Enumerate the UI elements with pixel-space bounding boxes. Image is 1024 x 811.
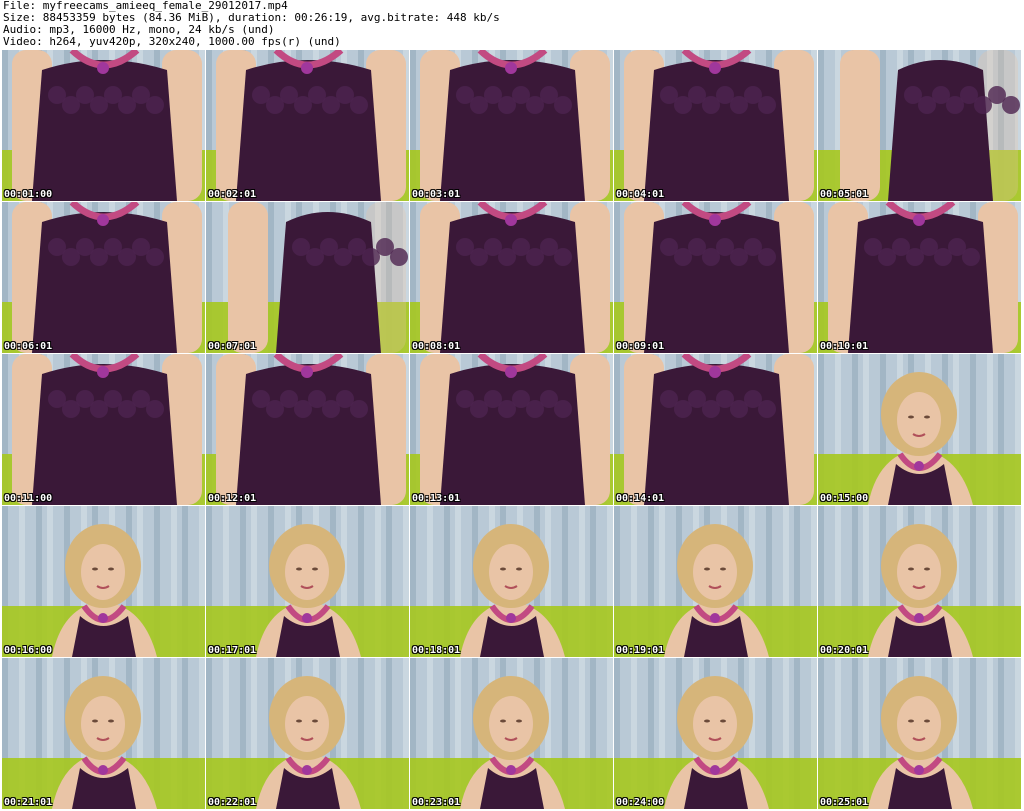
video-frame-thumbnail: 00:04:01	[614, 50, 817, 201]
frame-timestamp: 00:08:01	[412, 341, 461, 352]
frame-image	[818, 354, 1021, 505]
frame-timestamp: 00:20:01	[820, 645, 869, 656]
video-frame-thumbnail: 00:23:01	[410, 658, 613, 809]
frame-image	[818, 202, 1021, 353]
frame-image	[206, 50, 409, 201]
thumbnail-grid: 00:01:00 00:02:01 00:03:01 00:04:01 00:05:01…	[2, 50, 1022, 810]
frame-timestamp: 00:15:00	[820, 493, 869, 504]
frame-timestamp: 00:05:01	[820, 189, 869, 200]
frame-image	[614, 658, 817, 809]
video-frame-thumbnail: 00:17:01	[206, 506, 409, 657]
frame-timestamp: 00:11:00	[4, 493, 53, 504]
frame-image	[410, 354, 613, 505]
frame-image	[818, 50, 1021, 201]
frame-timestamp: 00:24:00	[616, 797, 665, 808]
video-frame-thumbnail: 00:18:01	[410, 506, 613, 657]
frame-image	[818, 506, 1021, 657]
frame-image	[2, 658, 205, 809]
frame-timestamp: 00:18:01	[412, 645, 461, 656]
frame-image	[410, 202, 613, 353]
video-frame-thumbnail: 00:12:01	[206, 354, 409, 505]
frame-timestamp: 00:17:01	[208, 645, 257, 656]
video-frame-thumbnail: 00:05:01	[818, 50, 1021, 201]
video-info-line: Video: h264, yuv420p, 320x240, 1000.00 f…	[3, 35, 341, 48]
frame-image	[206, 658, 409, 809]
frame-timestamp: 00:21:01	[4, 797, 53, 808]
video-frame-thumbnail: 00:02:01	[206, 50, 409, 201]
frame-timestamp: 00:12:01	[208, 493, 257, 504]
frame-image	[2, 202, 205, 353]
video-frame-thumbnail: 00:01:00	[2, 50, 205, 201]
video-frame-thumbnail: 00:09:01	[614, 202, 817, 353]
frame-image	[2, 50, 205, 201]
video-frame-thumbnail: 00:03:01	[410, 50, 613, 201]
frame-image	[206, 202, 409, 353]
video-frame-thumbnail: 00:24:00	[614, 658, 817, 809]
frame-image	[614, 354, 817, 505]
frame-timestamp: 00:04:01	[616, 189, 665, 200]
file-info-header: File: myfreecams_amieeq_female_29012017.…	[3, 0, 1021, 50]
video-frame-thumbnail: 00:25:01	[818, 658, 1021, 809]
frame-timestamp: 00:07:01	[208, 341, 257, 352]
frame-image	[206, 354, 409, 505]
frame-image	[614, 202, 817, 353]
video-frame-thumbnail: 00:11:00	[2, 354, 205, 505]
video-frame-thumbnail: 00:14:01	[614, 354, 817, 505]
frame-timestamp: 00:10:01	[820, 341, 869, 352]
video-frame-thumbnail: 00:13:01	[410, 354, 613, 505]
frame-timestamp: 00:16:00	[4, 645, 53, 656]
frame-timestamp: 00:02:01	[208, 189, 257, 200]
frame-timestamp: 00:01:00	[4, 189, 53, 200]
frame-timestamp: 00:14:01	[616, 493, 665, 504]
frame-image	[410, 658, 613, 809]
frame-timestamp: 00:25:01	[820, 797, 869, 808]
frame-image	[206, 506, 409, 657]
video-frame-thumbnail: 00:08:01	[410, 202, 613, 353]
video-frame-thumbnail: 00:21:01	[2, 658, 205, 809]
frame-image	[614, 506, 817, 657]
frame-image	[818, 658, 1021, 809]
frame-image	[2, 506, 205, 657]
video-frame-thumbnail: 00:10:01	[818, 202, 1021, 353]
video-frame-thumbnail: 00:15:00	[818, 354, 1021, 505]
frame-timestamp: 00:06:01	[4, 341, 53, 352]
frame-timestamp: 00:13:01	[412, 493, 461, 504]
frame-image	[614, 50, 817, 201]
frame-timestamp: 00:09:01	[616, 341, 665, 352]
frame-timestamp: 00:03:01	[412, 189, 461, 200]
frame-timestamp: 00:19:01	[616, 645, 665, 656]
video-frame-thumbnail: 00:07:01	[206, 202, 409, 353]
video-frame-thumbnail: 00:19:01	[614, 506, 817, 657]
video-frame-thumbnail: 00:20:01	[818, 506, 1021, 657]
frame-image	[410, 506, 613, 657]
frame-image	[2, 354, 205, 505]
video-frame-thumbnail: 00:22:01	[206, 658, 409, 809]
frame-image	[410, 50, 613, 201]
frame-timestamp: 00:23:01	[412, 797, 461, 808]
video-frame-thumbnail: 00:06:01	[2, 202, 205, 353]
frame-timestamp: 00:22:01	[208, 797, 257, 808]
video-frame-thumbnail: 00:16:00	[2, 506, 205, 657]
